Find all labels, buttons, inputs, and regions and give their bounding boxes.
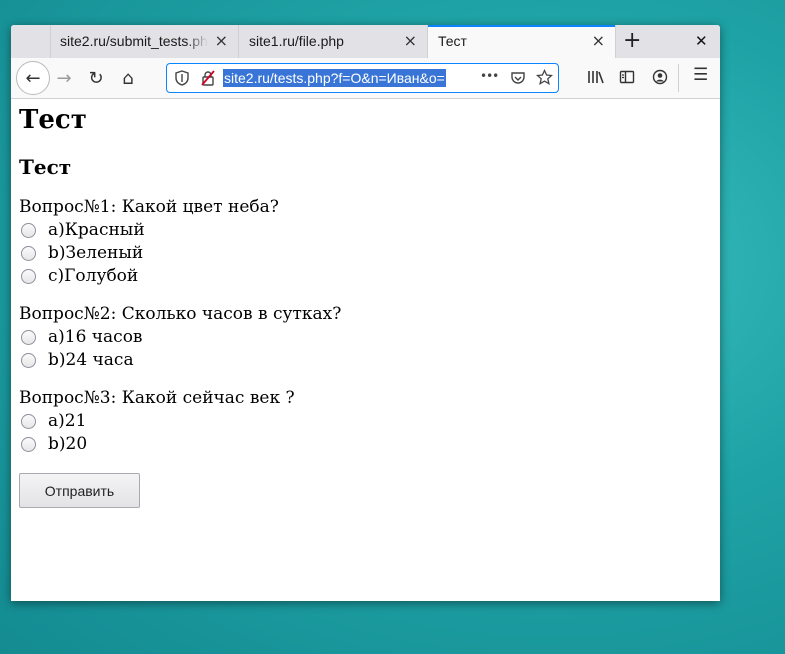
insecure-lock-icon[interactable] <box>200 70 216 86</box>
page-actions-icon[interactable]: ••• <box>480 69 499 83</box>
account-icon[interactable] <box>652 69 668 85</box>
option-label: а)16 часов <box>48 327 143 347</box>
library-icon[interactable] <box>587 69 605 85</box>
close-icon[interactable]: × <box>592 31 605 50</box>
radio-button[interactable] <box>21 414 36 429</box>
tab-file-php[interactable]: site1.ru/file.php × <box>239 25 428 58</box>
page-content: Тест Тест Вопрос№1: Какой цвет неба? а)К… <box>11 99 720 601</box>
reload-icon: ↻ <box>88 67 104 89</box>
test-subheading: Тест <box>19 155 72 179</box>
option-label: b)24 часа <box>48 350 134 370</box>
toolbar-divider <box>678 64 679 92</box>
bookmark-star-icon[interactable] <box>536 69 553 86</box>
question-1-text: Вопрос№1: Какой цвет неба? <box>19 197 279 217</box>
radio-button[interactable] <box>21 353 36 368</box>
tab-test-active[interactable]: Тест × <box>428 25 616 58</box>
page-heading: Тест <box>19 105 87 135</box>
address-bar[interactable]: site2.ru/tests.php?f=O&n=Иван&o= ••• <box>166 63 559 93</box>
radio-button[interactable] <box>21 437 36 452</box>
window-close-icon[interactable]: ✕ <box>695 32 708 50</box>
option-label: с)Голубой <box>48 266 139 286</box>
tab-bar-spacer <box>11 25 51 58</box>
back-arrow-icon: ← <box>25 67 41 89</box>
forward-button[interactable]: → <box>49 63 79 93</box>
option-label: а)Красный <box>48 220 145 240</box>
radio-button[interactable] <box>21 269 36 284</box>
option-label: b)Зеленый <box>48 243 144 263</box>
radio-button[interactable] <box>21 246 36 261</box>
reload-button[interactable]: ↻ <box>81 63 111 93</box>
submit-button[interactable]: Отправить <box>19 473 140 508</box>
close-icon[interactable]: × <box>215 31 228 50</box>
tab-submit-tests[interactable]: site2.ru/submit_tests.php × <box>50 25 239 58</box>
shield-icon[interactable] <box>175 70 189 86</box>
sidebar-icon[interactable] <box>619 69 635 85</box>
navigation-toolbar: ← → ↻ ⌂ site2.ru/tests.php?f=O&n=Иван&o=… <box>11 58 720 99</box>
home-button[interactable]: ⌂ <box>113 63 143 93</box>
question-3-text: Вопрос№3: Какой сейчас век ? <box>19 388 295 408</box>
back-button[interactable]: ← <box>16 61 50 95</box>
menu-icon[interactable]: ☰ <box>693 65 708 85</box>
tab-bar: site2.ru/submit_tests.php × site1.ru/fil… <box>11 25 720 58</box>
url-text[interactable]: site2.ru/tests.php?f=O&n=Иван&o= <box>223 69 446 87</box>
close-icon[interactable]: × <box>404 31 417 50</box>
option-label: b)20 <box>48 434 88 454</box>
tab-title: Тест <box>438 33 467 49</box>
radio-button[interactable] <box>21 223 36 238</box>
tab-title: site1.ru/file.php <box>249 33 344 49</box>
pocket-icon[interactable] <box>510 70 526 86</box>
question-2-text: Вопрос№2: Сколько часов в сутках? <box>19 304 342 324</box>
home-icon: ⌂ <box>122 67 134 89</box>
radio-button[interactable] <box>21 330 36 345</box>
option-label: а)21 <box>48 411 87 431</box>
forward-arrow-icon: → <box>56 67 72 89</box>
tab-title: site2.ru/submit_tests.php <box>60 33 208 49</box>
new-tab-icon[interactable]: + <box>623 28 641 53</box>
browser-window: site2.ru/submit_tests.php × site1.ru/fil… <box>11 25 720 601</box>
